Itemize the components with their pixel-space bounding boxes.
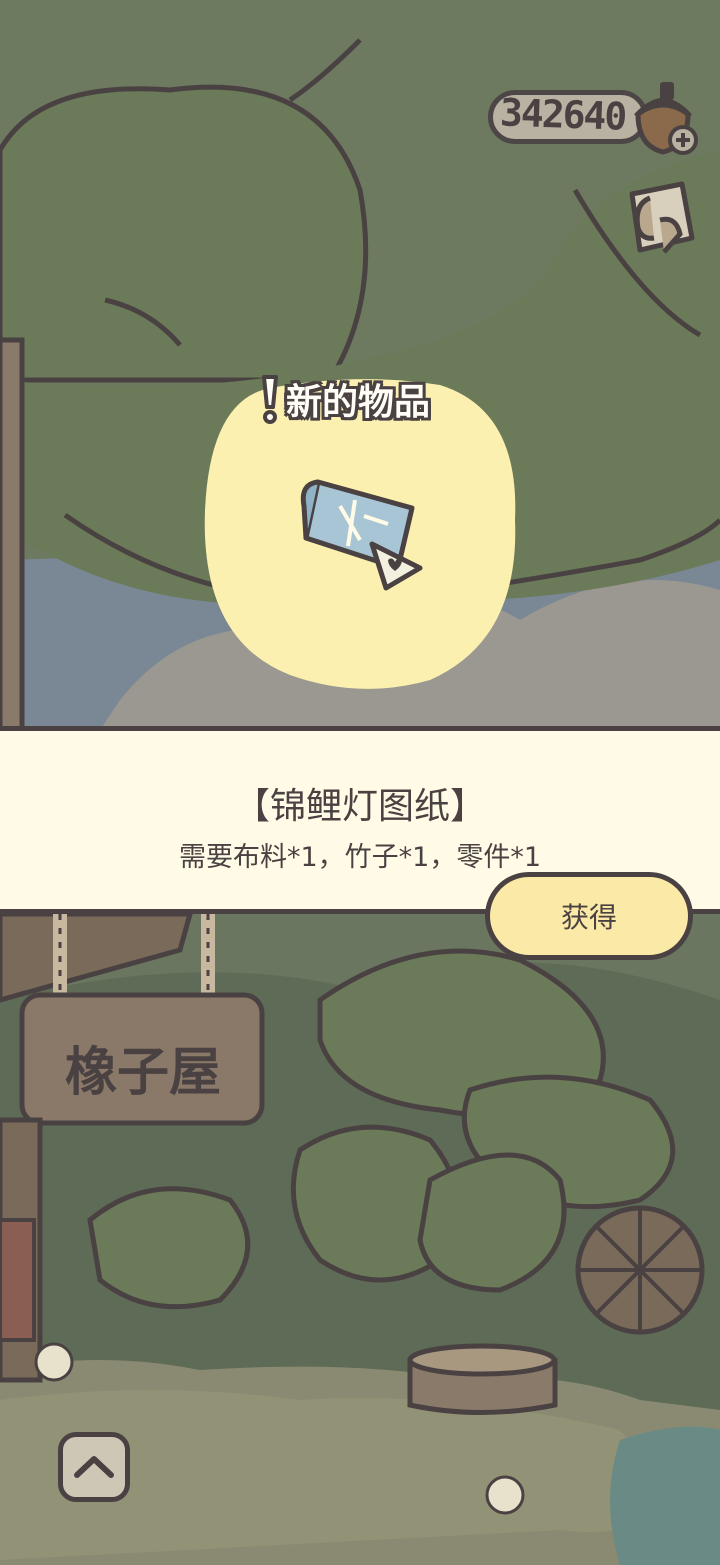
item-requirements: 需要布料*1，竹子*1，零件*1 [178, 842, 542, 873]
item-name: 【锦鲤灯图纸】 [233, 786, 486, 827]
popup-title: 新的物品 [286, 382, 431, 423]
get-button-label: 获得 [560, 901, 617, 934]
map-icon[interactable] [620, 180, 700, 262]
new-item-header: 新的物品 [260, 372, 430, 426]
acorn-counter[interactable]: 342640 [488, 82, 698, 162]
exclamation-icon [262, 375, 278, 424]
expand-up-button[interactable] [58, 1432, 130, 1502]
chevron-up-icon [74, 1456, 114, 1478]
acorn-plus-icon[interactable] [628, 76, 698, 156]
shop-sign: 橡子屋 [64, 1043, 221, 1103]
get-button[interactable]: 获得 [485, 872, 693, 960]
